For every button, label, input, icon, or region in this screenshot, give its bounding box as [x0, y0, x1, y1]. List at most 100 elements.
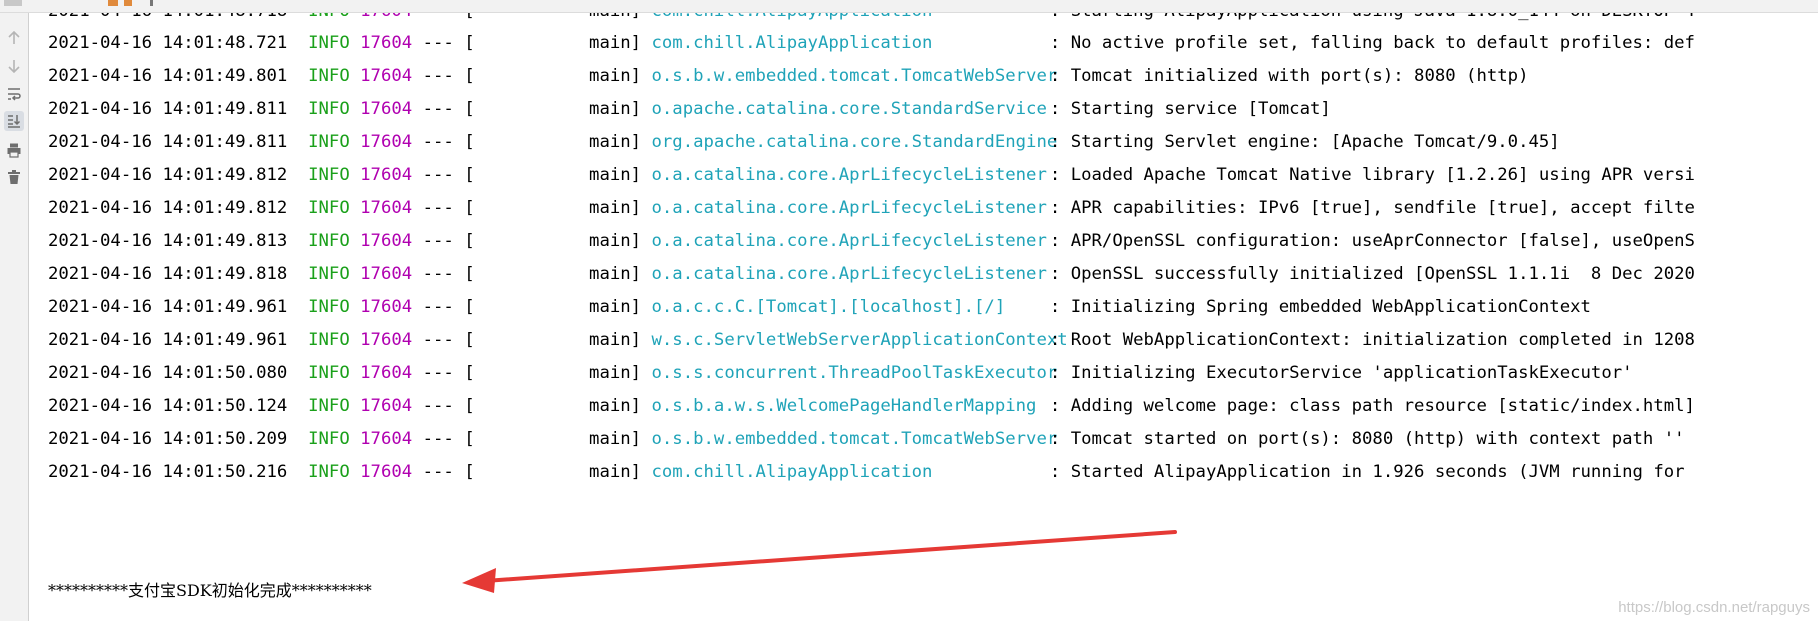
log-level: INFO [308, 99, 350, 119]
log-logger[interactable]: o.s.b.w.embedded.tomcat.TomcatWebServer [651, 428, 1057, 450]
log-timestamp: 2021-04-16 14:01:50.209 [48, 429, 288, 449]
log-thread: [ main] [464, 231, 642, 251]
log-logger[interactable]: org.apache.catalina.core.StandardEngine [651, 131, 1057, 153]
log-line: 2021-04-16 14:01:49.811 INFO 17604 --- [… [48, 98, 1331, 120]
sdk-init-complete-line: **********支付宝SDK初始化完成********** [48, 581, 372, 600]
trash-icon[interactable] [4, 167, 24, 187]
log-separator: --- [422, 429, 454, 449]
log-separator: --- [422, 396, 454, 416]
log-line: 2021-04-16 14:01:49.812 INFO 17604 --- [… [48, 197, 1695, 219]
log-pid: 17604 [360, 330, 413, 350]
log-logger[interactable]: o.a.c.c.C.[Tomcat].[localhost].[/] [651, 296, 1039, 318]
log-message: : APR/OpenSSL configuration: useAprConne… [1049, 231, 1695, 251]
log-line: 2021-04-16 14:01:48.721 INFO 17604 --- [… [48, 32, 1695, 54]
log-timestamp: 2021-04-16 14:01:49.961 [48, 330, 288, 350]
log-level: INFO [308, 264, 350, 284]
log-message: : Initializing ExecutorService 'applicat… [1049, 363, 1633, 383]
log-message: : Started AlipayApplication in 1.926 sec… [1049, 462, 1685, 482]
log-timestamp: 2021-04-16 14:01:50.124 [48, 396, 288, 416]
log-message: : Starting service [Tomcat] [1049, 99, 1331, 119]
log-message: : Loaded Apache Tomcat Native library [1… [1049, 165, 1695, 185]
watermark: https://blog.csdn.net/rapguys [1618, 599, 1810, 616]
scroll-to-end-icon[interactable] [4, 111, 24, 131]
log-level: INFO [308, 231, 350, 251]
log-pid: 17604 [360, 297, 413, 317]
arrow-up-icon[interactable] [4, 28, 24, 48]
log-line: 2021-04-16 14:01:50.080 INFO 17604 --- [… [48, 362, 1633, 384]
print-icon[interactable] [4, 140, 24, 160]
arrow-down-icon[interactable] [4, 56, 24, 76]
log-pid: 17604 [360, 396, 413, 416]
log-thread: [ main] [464, 330, 642, 350]
log-level: INFO [308, 66, 350, 86]
log-separator: --- [422, 66, 454, 86]
log-thread: [ main] [464, 297, 642, 317]
log-thread: [ main] [464, 429, 642, 449]
log-logger[interactable]: o.a.catalina.core.AprLifecycleListener [651, 263, 1046, 285]
app-icon [124, 0, 132, 6]
log-line: 2021-04-16 14:01:49.812 INFO 17604 --- [… [48, 164, 1695, 186]
log-separator: --- [422, 99, 454, 119]
log-separator: --- [422, 330, 454, 350]
log-logger[interactable]: o.apache.catalina.core.StandardService [651, 98, 1046, 120]
app-icon [108, 0, 118, 6]
log-timestamp: 2021-04-16 14:01:49.811 [48, 99, 288, 119]
log-separator: --- [422, 462, 454, 482]
log-thread: [ main] [464, 198, 642, 218]
log-logger[interactable]: o.a.catalina.core.AprLifecycleListener [651, 197, 1046, 219]
log-message: : Starting Servlet engine: [Apache Tomca… [1049, 132, 1560, 152]
log-level: INFO [308, 132, 350, 152]
log-separator: --- [422, 363, 454, 383]
log-line: 2021-04-16 14:01:50.209 INFO 17604 --- [… [48, 428, 1685, 450]
log-timestamp: 2021-04-16 14:01:48.721 [48, 33, 288, 53]
log-logger[interactable]: o.s.s.concurrent.ThreadPoolTaskExecutor [651, 362, 1057, 384]
log-pid: 17604 [360, 99, 413, 119]
log-logger[interactable]: o.a.catalina.core.AprLifecycleListener [651, 230, 1046, 252]
log-logger[interactable]: o.s.b.a.w.s.WelcomePageHandlerMapping [651, 395, 1039, 417]
tab-fragment[interactable] [4, 0, 22, 6]
log-separator: --- [422, 165, 454, 185]
log-logger[interactable]: o.a.catalina.core.AprLifecycleListener [651, 164, 1046, 186]
log-pid: 17604 [360, 462, 413, 482]
log-thread: [ main] [464, 462, 642, 482]
log-separator: --- [422, 198, 454, 218]
log-thread: [ main] [464, 363, 642, 383]
log-timestamp: 2021-04-16 14:01:49.813 [48, 231, 288, 251]
log-pid: 17604 [360, 33, 413, 53]
log-line: 2021-04-16 14:01:50.216 INFO 17604 --- [… [48, 461, 1685, 483]
log-timestamp: 2021-04-16 14:01:49.961 [48, 297, 288, 317]
log-thread: [ main] [464, 396, 642, 416]
log-level: INFO [308, 198, 350, 218]
log-message: : Tomcat started on port(s): 8080 (http)… [1049, 429, 1685, 449]
log-message: : OpenSSL successfully initialized [Open… [1049, 264, 1695, 284]
log-line: 2021-04-16 14:01:49.801 INFO 17604 --- [… [48, 65, 1528, 87]
log-level: INFO [308, 429, 350, 449]
log-message: : Adding welcome page: class path resour… [1049, 396, 1695, 416]
console-toolbar [0, 12, 29, 621]
log-logger[interactable]: o.s.b.w.embedded.tomcat.TomcatWebServer [651, 65, 1057, 87]
log-pid: 17604 [360, 198, 413, 218]
log-thread: [ main] [464, 99, 642, 119]
console-output[interactable]: 2021-04-16 14:01:48.718 INFO 17604 --- [… [29, 0, 1818, 621]
log-pid: 17604 [360, 132, 413, 152]
log-timestamp: 2021-04-16 14:01:49.818 [48, 264, 288, 284]
log-message: : Root WebApplicationContext: initializa… [1049, 330, 1695, 350]
log-pid: 17604 [360, 231, 413, 251]
log-logger[interactable]: w.s.c.ServletWebServerApplicationContext [651, 329, 1067, 351]
log-line: 2021-04-16 14:01:49.813 INFO 17604 --- [… [48, 230, 1695, 252]
log-thread: [ main] [464, 66, 642, 86]
log-logger[interactable]: com.chill.AlipayApplication [651, 461, 1039, 483]
soft-wrap-icon[interactable] [4, 84, 24, 104]
log-logger[interactable]: com.chill.AlipayApplication [651, 32, 1039, 54]
log-timestamp: 2021-04-16 14:01:50.216 [48, 462, 288, 482]
log-separator: --- [422, 231, 454, 251]
log-timestamp: 2021-04-16 14:01:49.812 [48, 198, 288, 218]
log-message: : Initializing Spring embedded WebApplic… [1049, 297, 1591, 317]
log-pid: 17604 [360, 165, 413, 185]
log-level: INFO [308, 330, 350, 350]
tab-fragment [150, 0, 153, 6]
log-line: 2021-04-16 14:01:49.818 INFO 17604 --- [… [48, 263, 1695, 285]
log-pid: 17604 [360, 363, 413, 383]
log-pid: 17604 [360, 264, 413, 284]
log-thread: [ main] [464, 33, 642, 53]
